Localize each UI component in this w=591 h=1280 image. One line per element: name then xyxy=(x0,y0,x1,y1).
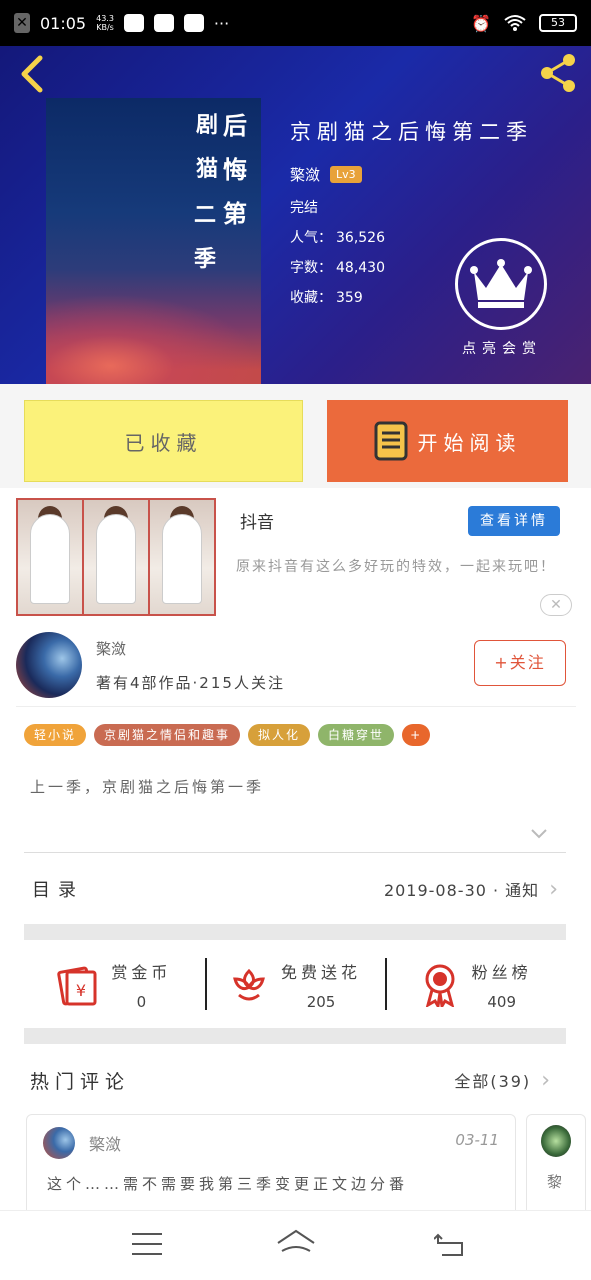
book-author[interactable]: 檠潋 xyxy=(290,164,320,185)
section-divider xyxy=(24,1028,566,1044)
divider xyxy=(16,706,576,707)
share-button[interactable] xyxy=(535,50,581,96)
stat-value: 409 xyxy=(487,993,516,1011)
avatar[interactable] xyxy=(541,1125,571,1157)
book-cover[interactable]: 剧猫 二季 后悔第 xyxy=(46,98,261,384)
hot-comments-header: 热门评论 全部(39) › xyxy=(30,1060,550,1100)
author-name: 檠潋 xyxy=(96,640,127,658)
support-stats: ¥ 赏金币 0 免费送花 205 粉丝榜 409 xyxy=(24,942,566,1028)
system-nav-bar xyxy=(0,1210,591,1280)
book-detail-content: 抖音 查看详情 原来抖音有这么多好玩的特效，一起来玩吧！ ✕ 檠潋 著有4部作品… xyxy=(0,488,591,1224)
share-icon xyxy=(541,54,575,92)
catalog-update: 2019-08-30 · 通知 xyxy=(383,881,540,900)
battery-icon: 53 xyxy=(539,14,577,32)
cover-clouds xyxy=(46,294,261,384)
crown-badge xyxy=(455,238,547,330)
svg-text:¥: ¥ xyxy=(76,981,86,1000)
cover-title-col3: 后悔第 xyxy=(223,112,247,228)
tag-item[interactable]: 拟人化 xyxy=(248,724,311,746)
chevron-left-icon xyxy=(21,55,43,93)
alarm-icon: ⏰ xyxy=(471,13,491,33)
book-status: 完结 xyxy=(290,200,318,216)
hot-comments-title: 热门评论 xyxy=(30,1070,131,1093)
ad-image[interactable] xyxy=(16,498,216,616)
tag-item[interactable]: 轻小说 xyxy=(24,724,87,746)
crown-icon xyxy=(470,259,532,308)
medal-icon xyxy=(425,964,455,1007)
tag-list: 轻小说 京剧猫之情侣和趣事 拟人化 白糖穿世 + xyxy=(24,724,431,746)
catalog-label: 目录 xyxy=(32,880,84,901)
comment-card[interactable]: 檠潋 03-11 这个……需不需要我第三季变更正文边分番 xyxy=(26,1114,516,1224)
stat-value: 0 xyxy=(136,993,147,1011)
network-speed: 43.3 KB/s xyxy=(96,14,114,32)
tag-item[interactable]: 白糖穿世 xyxy=(318,724,395,746)
expand-chevron-icon[interactable] xyxy=(530,824,548,842)
follow-button[interactable]: +关注 xyxy=(474,640,566,686)
all-comments-link[interactable]: 全部(39) xyxy=(454,1068,531,1092)
menu-button[interactable] xyxy=(132,1233,162,1257)
catalog-row[interactable]: 目录 2019-08-30 · 通知 › xyxy=(24,854,566,924)
start-reading-button[interactable]: 开始阅读 xyxy=(327,400,568,482)
action-buttons: 已收藏 开始阅读 xyxy=(24,400,568,482)
section-divider xyxy=(24,924,566,940)
red-envelope-icon: ¥ xyxy=(57,966,97,1006)
home-icon xyxy=(277,1229,315,1252)
add-tag-button[interactable]: + xyxy=(402,724,431,746)
cover-title-col1: 剧猫 xyxy=(195,113,218,182)
ad-description: 原来抖音有这么多好玩的特效，一起来玩吧！ xyxy=(236,559,556,575)
author-card[interactable]: 檠潋 著有4部作品·215人关注 +关注 xyxy=(16,628,576,706)
gold-coin-reward[interactable]: ¥ 赏金币 0 xyxy=(24,942,205,1028)
stat-label: 免费送花 xyxy=(281,963,362,982)
free-flower[interactable]: 免费送花 205 xyxy=(204,942,386,1028)
chevron-right-icon: › xyxy=(549,876,558,902)
home-button[interactable] xyxy=(276,1229,316,1259)
stat-value: 205 xyxy=(306,993,336,1011)
stat-label: 赏金币 xyxy=(111,963,172,982)
author-meta: 著有4部作品·215人关注 xyxy=(96,674,285,692)
book-summary: 上一季，京剧猫之后悔第一季 xyxy=(30,778,265,796)
status-time: 01:05 xyxy=(40,13,87,33)
back-nav-button[interactable] xyxy=(433,1231,466,1259)
chevron-right-icon[interactable]: › xyxy=(541,1068,550,1093)
level-badge: Lv3 xyxy=(330,166,362,183)
comment-text: 这个……需不需要我第三季变更正文边分番 xyxy=(47,1175,409,1193)
cover-title-col2: 二季 xyxy=(193,203,216,272)
status-bar: ✕ 01:05 43.3 KB/s ··· ⏰ 53 xyxy=(0,0,591,46)
avatar[interactable] xyxy=(43,1127,75,1159)
back-arrow-icon xyxy=(433,1233,463,1256)
reward-button[interactable]: 点亮会赏 xyxy=(455,238,549,358)
stat-label: 粉丝榜 xyxy=(471,963,532,982)
ad-banner[interactable]: 抖音 查看详情 原来抖音有这么多好玩的特效，一起来玩吧！ ✕ xyxy=(16,498,576,618)
back-button[interactable] xyxy=(16,54,52,94)
book-icon xyxy=(374,421,407,461)
tag-item[interactable]: 京剧猫之情侣和趣事 xyxy=(94,724,241,746)
video-app-icon xyxy=(153,14,174,32)
ad-close-button[interactable]: ✕ xyxy=(540,594,572,616)
fans-ranking[interactable]: 粉丝榜 409 xyxy=(385,942,566,1028)
more-icon: ··· xyxy=(213,13,230,33)
divider xyxy=(24,852,566,853)
start-reading-label: 开始阅读 xyxy=(417,430,522,455)
ad-details-button[interactable]: 查看详情 xyxy=(468,506,560,536)
book-header: 剧猫 二季 后悔第 京剧猫之后悔第二季 檠潋 Lv3 完结 人气： 36,526 … xyxy=(0,46,591,384)
comment-date: 03-11 xyxy=(455,1131,499,1149)
book-title: 京剧猫之后悔第二季 xyxy=(290,120,533,144)
pinwheel-app-icon xyxy=(123,14,144,32)
notification-icon: ✕ xyxy=(14,13,30,33)
comment-author: 檠潋 xyxy=(89,1135,122,1154)
comment-card[interactable]: 黎 xyxy=(526,1114,586,1224)
ad-title: 抖音 xyxy=(240,513,274,533)
message-app-icon xyxy=(183,14,204,32)
flower-icon xyxy=(233,968,265,1001)
comment-author: 黎 xyxy=(547,1173,563,1191)
wifi-icon xyxy=(504,15,526,31)
author-avatar[interactable] xyxy=(16,632,82,698)
reward-label: 点亮会赏 xyxy=(462,341,542,357)
collected-button[interactable]: 已收藏 xyxy=(24,400,303,482)
